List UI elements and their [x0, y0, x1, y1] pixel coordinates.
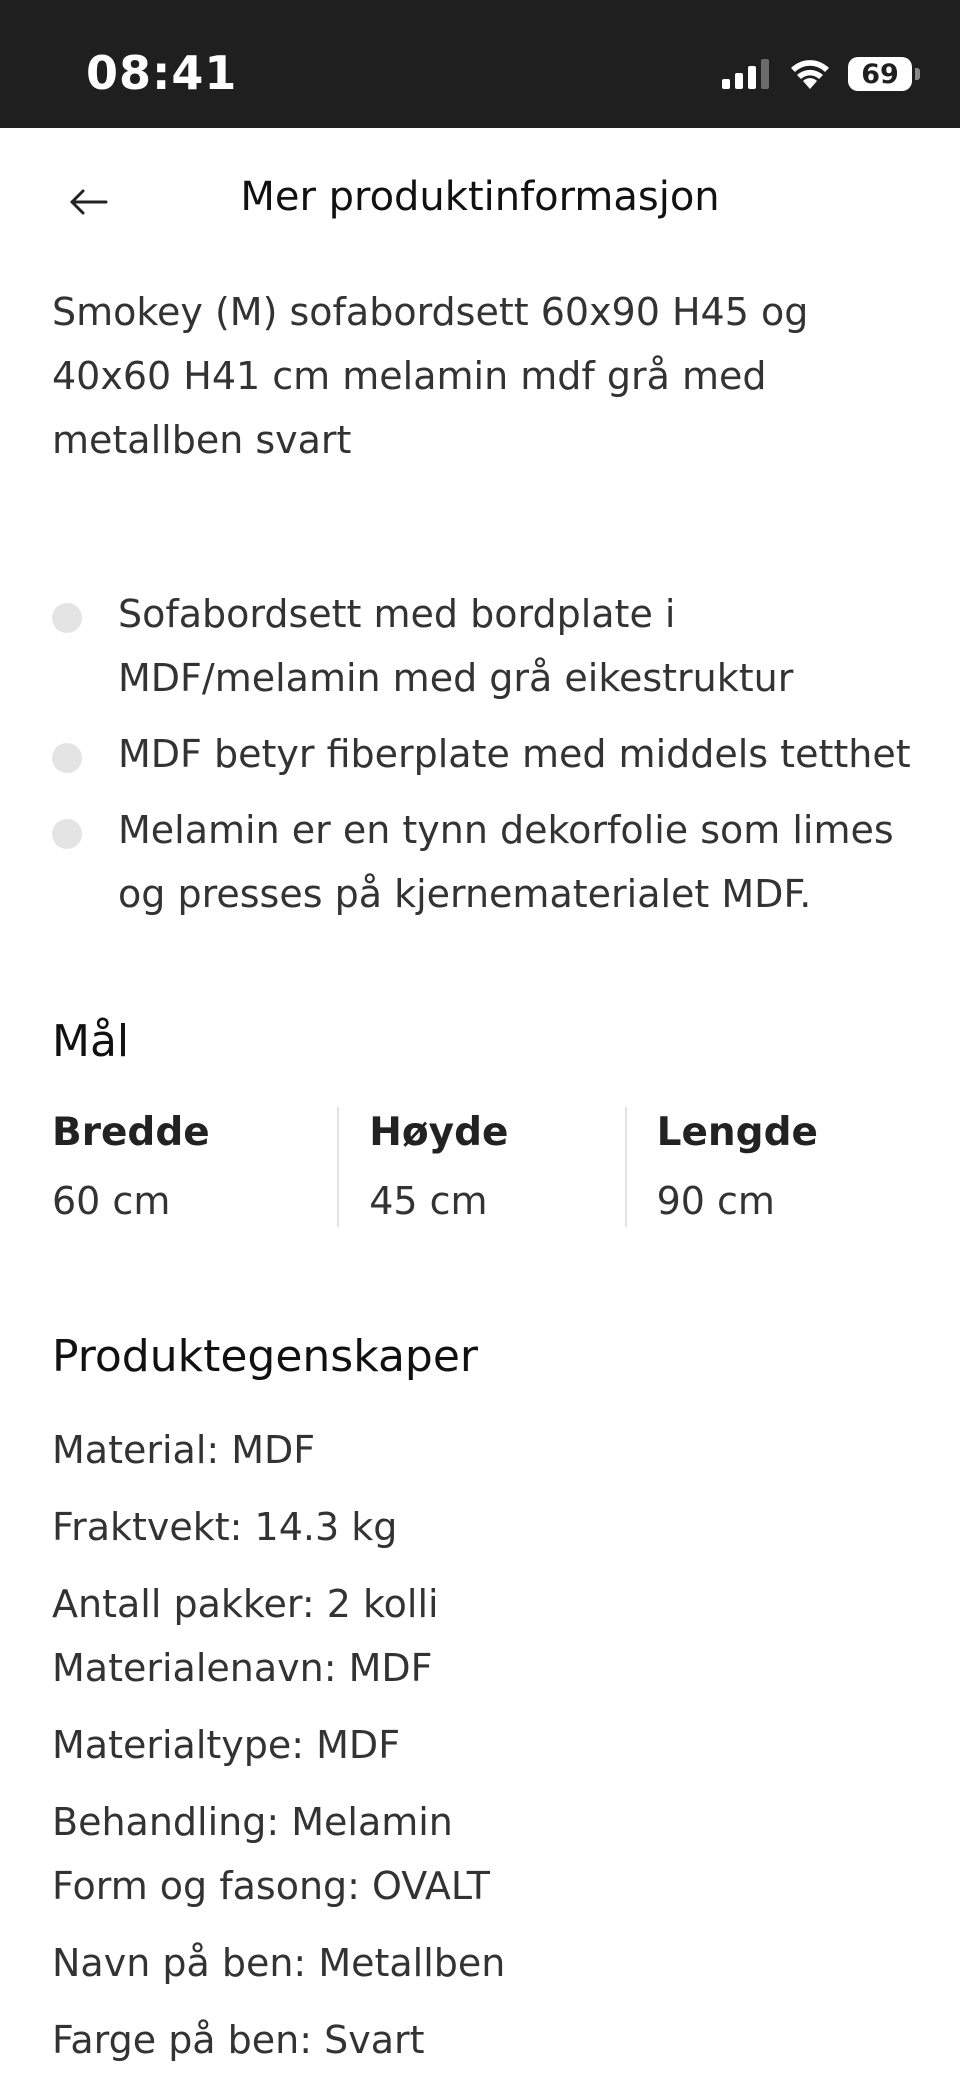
- property-item: Materialenavn: MDF: [52, 1646, 433, 1690]
- feature-item: MDF betyr fiberplate med middels tetthet: [52, 722, 912, 786]
- status-time: 08:41: [86, 46, 238, 100]
- dimensions-heading: Mål: [52, 1016, 130, 1067]
- properties-list: Material: MDF Fraktvekt: 14.3 kg Antall …: [52, 1418, 912, 2072]
- properties-heading: Produktegenskaper: [52, 1331, 478, 1382]
- feature-item: Sofabordsett med bordplate i MDF/melamin…: [52, 582, 912, 710]
- property-item: Navn på ben: Metallben: [52, 1941, 506, 1985]
- status-icons: 69: [722, 54, 920, 94]
- feature-item: Melamin er en tynn dekorfolie som limes …: [52, 798, 912, 926]
- property-item: Farge på ben: Svart: [52, 2018, 425, 2062]
- property-item: Behandling: Melamin: [52, 1800, 453, 1844]
- dimension-label: Bredde: [52, 1110, 210, 1155]
- status-bar: 08:41 69: [0, 0, 960, 128]
- property-item: Fraktvekt: 14.3 kg: [52, 1505, 398, 1549]
- dimension-width: Bredde 60 cm: [52, 1107, 337, 1227]
- product-name: Smokey (M) sofabordsett 60x90 H45 og 40x…: [52, 290, 809, 462]
- bullet-dot-icon: [52, 743, 82, 773]
- battery-level: 69: [861, 58, 899, 90]
- feature-text: MDF betyr fiberplate med middels tetthet: [118, 732, 911, 776]
- dimension-value: 60 cm: [52, 1179, 171, 1223]
- battery-icon: 69: [848, 57, 920, 91]
- dimension-value: 90 cm: [656, 1179, 775, 1223]
- feature-list: Sofabordsett med bordplate i MDF/melamin…: [52, 582, 912, 926]
- dimension-height: Høyde 45 cm: [337, 1107, 624, 1227]
- dimension-label: Høyde: [369, 1110, 509, 1155]
- dimensions-table: Bredde 60 cm Høyde 45 cm Lengde 90 cm: [52, 1107, 912, 1227]
- property-item: Material: MDF: [52, 1428, 316, 1472]
- signal-icon: [722, 59, 769, 89]
- wifi-icon: [791, 60, 829, 89]
- bullet-dot-icon: [52, 603, 82, 633]
- property-item: Form og fasong: OVALT: [52, 1864, 491, 1908]
- dimension-length: Lengde 90 cm: [624, 1107, 912, 1227]
- top-bar: Mer produktinformasjon: [0, 128, 960, 274]
- feature-text: Melamin er en tynn dekorfolie som limes …: [118, 808, 894, 916]
- property-item: Antall pakker: 2 kolli: [52, 1582, 439, 1626]
- page-title: Mer produktinformasjon: [240, 174, 720, 220]
- feature-text: Sofabordsett med bordplate i MDF/melamin…: [118, 592, 794, 700]
- dimension-value: 45 cm: [369, 1179, 488, 1223]
- bullet-dot-icon: [52, 819, 82, 849]
- property-item: Materialtype: MDF: [52, 1723, 401, 1767]
- main-content: Smokey (M) sofabordsett 60x90 H45 og 40x…: [52, 274, 912, 2072]
- dimension-label: Lengde: [656, 1110, 818, 1155]
